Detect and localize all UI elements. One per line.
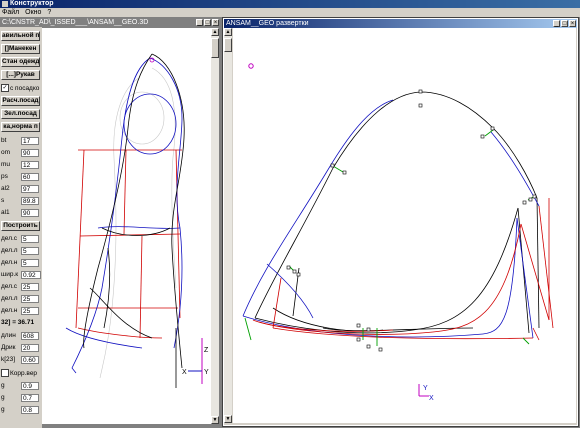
axis-x-label: X xyxy=(182,369,187,376)
menu-file[interactable]: Файл xyxy=(2,9,19,16)
scroll-up-icon[interactable]: ▲ xyxy=(224,28,232,36)
scrollbar-3d[interactable]: ▲ ▼ xyxy=(211,28,219,424)
scroll-down-icon[interactable]: ▼ xyxy=(224,415,232,423)
axis-y-label: Y xyxy=(204,369,209,376)
window-pattern-title-bar[interactable]: ANSAM__GEO развертки _ □ × xyxy=(224,19,577,28)
axis-z-label: Z xyxy=(204,347,209,354)
app-title-bar: Конструктор xyxy=(0,0,580,8)
canvas-3d[interactable]: Z X Y xyxy=(42,28,211,424)
close-icon[interactable]: × xyxy=(569,20,576,27)
scroll-thumb[interactable] xyxy=(211,38,219,58)
maximize-icon[interactable]: □ xyxy=(204,19,211,26)
scroll-up-icon[interactable]: ▲ xyxy=(211,28,219,36)
sleeve-pattern-drawing: Y X xyxy=(242,63,554,402)
canvas-pattern[interactable]: Y X xyxy=(233,28,576,423)
window-3d-title: C:\CNSTR_AD\_ISSED___\ANSAM__GEO.3D xyxy=(2,19,149,26)
menu-help[interactable]: ? xyxy=(47,9,51,16)
app-icon xyxy=(2,1,8,7)
axes-2d-icon: Y X xyxy=(418,384,434,402)
scrollbar-pattern[interactable]: ▲ ▼ xyxy=(224,28,232,423)
axes-3d-icon: Z X Y xyxy=(182,338,209,384)
window-pattern-title: ANSAM__GEO развертки xyxy=(226,20,309,27)
scroll-thumb[interactable] xyxy=(224,38,232,52)
axis-x-label: X xyxy=(429,395,434,402)
window-3d-title-bar[interactable]: C:\CNSTR_AD\_ISSED___\ANSAM__GEO.3D _ □ × xyxy=(0,18,220,27)
close-icon[interactable]: × xyxy=(212,19,219,26)
menu-bar: Файл Окно ? xyxy=(0,8,580,18)
axis-y-label: Y xyxy=(423,385,428,392)
menu-window[interactable]: Окно xyxy=(25,9,41,16)
minimize-icon[interactable]: _ xyxy=(553,20,560,27)
scroll-down-icon[interactable]: ▼ xyxy=(211,416,219,424)
app-title: Конструктор xyxy=(10,0,54,7)
maximize-icon[interactable]: □ xyxy=(561,20,568,27)
garment-3d-drawing: Z X Y xyxy=(65,53,209,388)
minimize-icon[interactable]: _ xyxy=(196,19,203,26)
